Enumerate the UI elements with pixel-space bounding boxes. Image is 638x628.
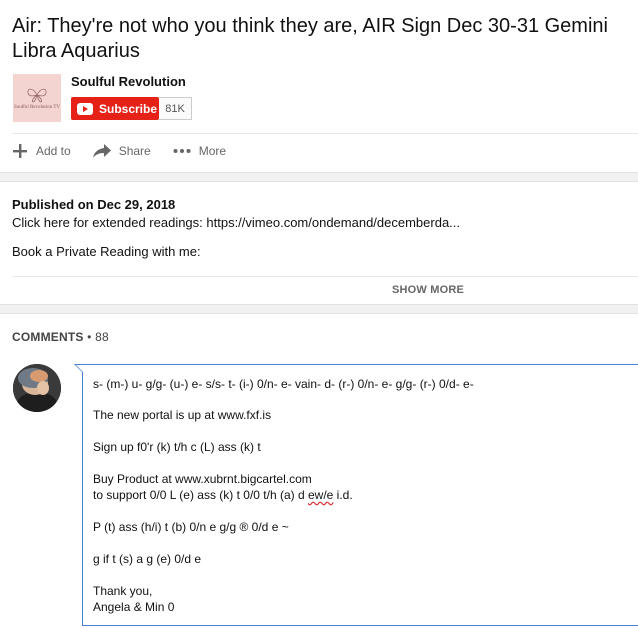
subscriber-count: 81K (159, 97, 192, 120)
comment-text-line: Thank you, (93, 584, 153, 598)
comment-text-line: P (t) ass (h/i) t (b) 0/n e g/g ® 0/d e … (93, 520, 289, 534)
comments-header: COMMENTS • 88 (12, 330, 109, 344)
show-more-button[interactable]: SHOW MORE (392, 284, 464, 296)
share-arrow-icon (92, 144, 111, 158)
share-label: Share (118, 144, 151, 158)
description-line: Click here for extended readings: https:… (12, 215, 461, 230)
more-dots-icon (173, 149, 191, 153)
channel-logo-text: Soulful Revolution TV (13, 104, 61, 110)
section-separator (0, 172, 638, 182)
share-button[interactable]: Share (92, 144, 151, 158)
channel-name[interactable]: Soulful Revolution (71, 74, 186, 89)
comments-count: • 88 (87, 330, 109, 344)
add-to-button[interactable]: Add to (12, 143, 71, 159)
comment-text-line: The new portal is up at www.fxf.is (93, 408, 272, 422)
misspelled-word: ew/e (307, 488, 334, 502)
butterfly-icon (27, 88, 47, 102)
more-label: More (198, 144, 227, 158)
youtube-play-icon (77, 102, 93, 115)
more-button[interactable]: More (173, 144, 226, 158)
comment-text-line: Buy Product at www.xubrnt.bigcartel.com (93, 472, 312, 486)
comment-text-line: to support 0/0 L (e) ass (k) t 0/0 t/h (… (93, 488, 353, 502)
plus-icon (13, 144, 27, 158)
subscribe-label: Subscribe (99, 101, 158, 116)
divider (12, 133, 638, 134)
user-avatar[interactable] (13, 364, 61, 412)
comments-label: COMMENTS (12, 330, 84, 344)
comment-text-line: Angela & Min 0 (93, 600, 175, 614)
channel-avatar[interactable]: Soulful Revolution TV (13, 74, 61, 122)
comment-input[interactable]: s- (m-) u- g/g- (u-) e- s/s- t- (i-) 0/n… (74, 364, 638, 626)
publish-date: Published on Dec 29, 2018 (12, 197, 176, 212)
action-bar: Add to Share More (12, 143, 248, 159)
comment-text-line: s- (m-) u- g/g- (u-) e- s/s- t- (i-) 0/n… (93, 377, 474, 391)
comment-text-line: g if t (s) a g (e) 0/d e (93, 552, 202, 566)
section-separator (0, 304, 638, 314)
description-line: Book a Private Reading with me: (12, 244, 201, 259)
add-to-label: Add to (36, 144, 71, 158)
divider (12, 276, 638, 277)
comment-text-segment: i.d. (333, 488, 353, 502)
subscribe-button[interactable]: Subscribe (71, 97, 159, 120)
avatar-photo (13, 364, 61, 412)
comment-text-line: Sign up f0'r (k) t/h c (L) ass (k) t (93, 440, 261, 454)
video-title: Air: They're not who you think they are,… (12, 15, 608, 62)
comment-text-segment: to support 0/0 L (e) ass (k) t 0/0 t/h (… (93, 488, 308, 502)
